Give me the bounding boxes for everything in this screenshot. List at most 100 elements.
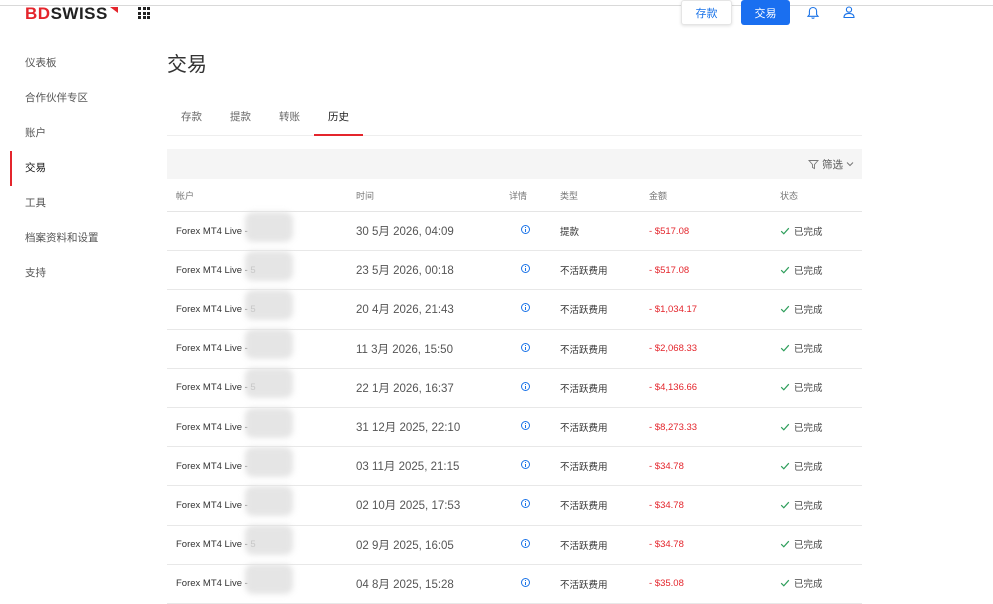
account-name: Forex MT4 Live -	[176, 578, 248, 590]
redacted-account-number	[245, 446, 293, 477]
deposit-button[interactable]: 存款	[681, 0, 732, 25]
amount-cell: - $1,034.17	[649, 303, 698, 315]
table-row[interactable]: Forex MT4 Live - 5 23 5月 2026, 00:18 不活跃…	[167, 250, 862, 291]
sidebar-item-accounts[interactable]: 账户	[0, 116, 140, 151]
redacted-account-number	[245, 329, 293, 360]
filter-label: 筛选	[822, 158, 843, 171]
status-badge: 已完成	[780, 459, 823, 473]
history-table: 帐户 时间 详情 类型 金额 状态 Forex MT4 Live - 30 5月…	[167, 179, 862, 604]
table-row[interactable]: Forex MT4 Live - 5 20 4月 2026, 21:43 不活跃…	[167, 289, 862, 330]
info-icon[interactable]	[521, 460, 530, 470]
time-cell: 30 5月 2026, 04:09	[356, 226, 454, 239]
info-icon[interactable]	[521, 342, 530, 352]
check-icon	[780, 305, 790, 313]
account-name: Forex MT4 Live - 5	[176, 264, 256, 276]
time-cell: 04 8月 2025, 15:28	[356, 578, 454, 591]
table-row[interactable]: Forex MT4 Live - 04 8月 2025, 15:28 不活跃费用…	[167, 564, 862, 604]
type-cell: 不活跃费用	[560, 501, 608, 513]
check-icon	[780, 384, 790, 392]
table-row[interactable]: Forex MT4 Live - 03 11月 2025, 21:15 不活跃费…	[167, 446, 862, 487]
tab-withdraw[interactable]: 提款	[216, 99, 265, 135]
table-row[interactable]: Forex MT4 Live - 5 22 1月 2026, 16:37 不活跃…	[167, 368, 862, 408]
tab-history[interactable]: 历史	[314, 99, 363, 136]
time-cell: 22 1月 2026, 16:37	[356, 382, 454, 395]
time-cell: 23 5月 2026, 00:18	[356, 265, 454, 278]
status-cell: 已完成	[779, 380, 862, 395]
time-cell: 20 4月 2026, 21:43	[356, 304, 454, 317]
amount-cell: - $34.78	[649, 539, 684, 551]
status-badge: 已完成	[780, 263, 823, 277]
details-cell	[495, 421, 560, 433]
sidebar-item-dashboard[interactable]: 仪表板	[0, 46, 140, 81]
brand-logo[interactable]: BD SWISS	[25, 4, 118, 24]
redacted-account-number	[245, 368, 293, 399]
status-badge: 已完成	[780, 302, 823, 316]
filter-button[interactable]: 筛选	[808, 157, 854, 172]
info-icon[interactable]	[521, 303, 530, 313]
redacted-account-number	[245, 407, 293, 438]
user-icon[interactable]	[842, 5, 856, 19]
bell-icon[interactable]	[806, 6, 820, 20]
amount-cell: - $517.08	[649, 225, 690, 237]
account-name: Forex MT4 Live -	[176, 343, 248, 355]
info-icon[interactable]	[521, 421, 530, 431]
header-time: 时间	[356, 190, 375, 201]
status-badge: 已完成	[780, 420, 823, 434]
status-text: 已完成	[794, 540, 823, 552]
info-icon[interactable]	[521, 577, 530, 587]
info-icon[interactable]	[521, 381, 530, 391]
tab-deposit[interactable]: 存款	[167, 99, 216, 135]
type-cell: 不活跃费用	[560, 579, 608, 591]
type-cell: 不活跃费用	[560, 423, 608, 435]
status-badge: 已完成	[780, 498, 823, 512]
apps-grid-icon[interactable]	[138, 7, 150, 19]
table-row[interactable]: Forex MT4 Live - 5 02 9月 2025, 16:05 不活跃…	[167, 525, 862, 565]
sidebar-item-profile-settings[interactable]: 档案资料和设置	[0, 221, 140, 256]
table-row[interactable]: Forex MT4 Live - 31 12月 2025, 22:10 不活跃费…	[167, 407, 862, 448]
type-cell: 不活跃费用	[560, 305, 608, 317]
info-icon[interactable]	[521, 499, 530, 509]
account-name: Forex MT4 Live -	[176, 499, 248, 511]
sidebar-item-partner-zone[interactable]: 合作伙伴专区	[0, 81, 140, 116]
info-icon[interactable]	[521, 538, 530, 548]
status-text: 已完成	[794, 500, 823, 512]
trade-button[interactable]: 交易	[741, 0, 790, 25]
table-row[interactable]: Forex MT4 Live - 30 5月 2026, 04:09 提款 - …	[167, 211, 862, 252]
logo-swiss: SWISS	[50, 4, 108, 23]
table-row[interactable]: Forex MT4 Live - 02 10月 2025, 17:53 不活跃费…	[167, 485, 862, 526]
redacted-account-number	[245, 564, 293, 595]
amount-cell: - $8,273.33	[649, 421, 698, 433]
amount-cell: - $4,136.66	[649, 382, 698, 394]
status-text: 已完成	[794, 579, 823, 591]
amount-cell: - $2,068.33	[649, 343, 698, 355]
check-icon	[780, 501, 790, 509]
sidebar-item-transactions[interactable]: 交易	[0, 151, 140, 186]
sidebar-item-support[interactable]: 支持	[0, 256, 140, 291]
redacted-account-number	[245, 211, 293, 242]
redacted-account-number	[245, 289, 293, 320]
type-cell: 不活跃费用	[560, 540, 608, 552]
table-row[interactable]: Forex MT4 Live - 11 3月 2026, 15:50 不活跃费用…	[167, 329, 862, 369]
time-cell: 02 9月 2025, 16:05	[356, 539, 454, 552]
status-badge: 已完成	[780, 576, 823, 590]
status-cell: 已完成	[779, 498, 862, 513]
amount-cell: - $34.78	[649, 460, 684, 472]
info-icon[interactable]	[521, 264, 530, 274]
check-icon	[780, 227, 790, 235]
info-icon[interactable]	[521, 225, 530, 235]
sidebar-item-tools[interactable]: 工具	[0, 186, 140, 221]
details-cell	[495, 303, 560, 315]
header-account: 帐户	[176, 190, 195, 201]
page-title: 交易	[167, 54, 207, 76]
sidebar: 仪表板 合作伙伴专区 账户 交易 工具 档案资料和设置 支持	[0, 46, 140, 291]
status-text: 已完成	[794, 461, 823, 473]
details-cell	[495, 577, 560, 590]
status-text: 已完成	[794, 304, 823, 316]
account-name: Forex MT4 Live - 5	[176, 539, 256, 551]
check-icon	[780, 540, 790, 548]
header-status: 状态	[780, 190, 799, 201]
status-text: 已完成	[794, 265, 823, 277]
redacted-account-number	[245, 250, 293, 281]
tab-transfer[interactable]: 转账	[265, 99, 314, 135]
account-cell: Forex MT4 Live - 5	[167, 368, 348, 399]
